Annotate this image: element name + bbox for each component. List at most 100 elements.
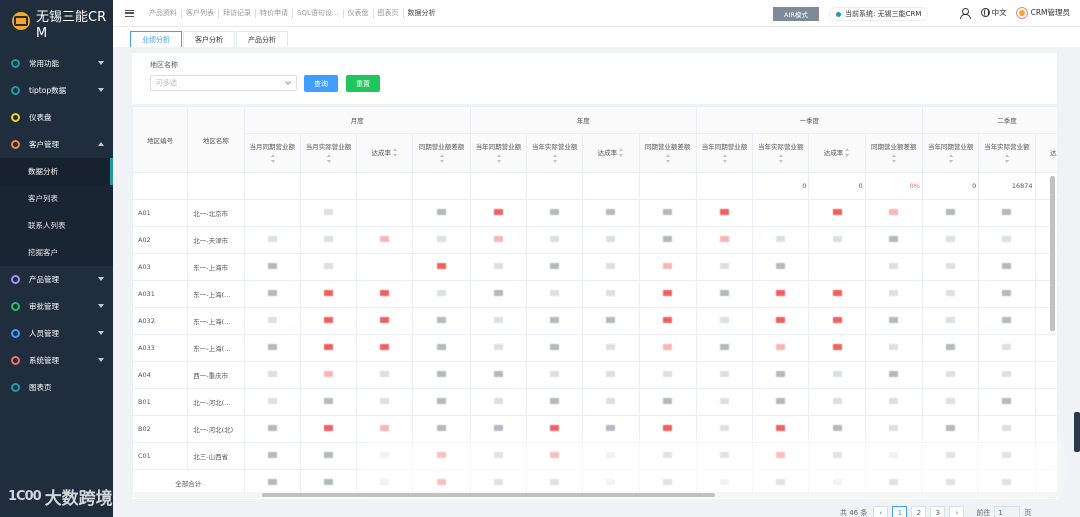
query-button[interactable]: 查询 [304, 75, 338, 92]
sort-icon[interactable] [892, 153, 897, 163]
sub-col-header[interactable]: 当月实际营业额 [299, 133, 358, 173]
sidebar-item-bottom-3[interactable]: 系统管理 [0, 347, 113, 374]
system-status[interactable]: 当前系统: 无锡三能CRM [829, 7, 929, 21]
sidebar-subitem-3[interactable]: 挖掘客户 [0, 239, 113, 266]
sort-icon[interactable] [496, 153, 502, 163]
table-row[interactable]: A02 北一-天津市 [132, 226, 1057, 254]
redacted-value [889, 398, 899, 404]
sort-icon[interactable] [619, 148, 624, 157]
air-mode-button[interactable]: AIR模式 [773, 7, 819, 21]
table-cell [978, 226, 1036, 254]
table-row[interactable]: A04 西一-重庆市 [132, 361, 1057, 389]
tab-customer[interactable]: 客户分析 [183, 31, 235, 47]
redacted-value [380, 344, 390, 350]
table-cell [469, 307, 527, 335]
table-cell [638, 307, 697, 335]
sort-icon[interactable] [270, 153, 276, 163]
table-row[interactable]: A032 东一-上海(... [132, 307, 1057, 335]
sidebar-subitem-2[interactable]: 联系人列表 [0, 212, 113, 239]
redacted-value [776, 344, 786, 350]
nav-link[interactable]: 产品资料 [145, 8, 182, 18]
table-row[interactable]: A031 东一-上海(... [132, 280, 1057, 308]
vertical-scrollbar[interactable] [1050, 176, 1055, 331]
user-name[interactable]: CRM管理员 [1031, 7, 1070, 18]
menu-circle-icon [11, 140, 20, 149]
sub-col-header[interactable]: 同期营业额差额 [864, 133, 923, 173]
reset-button[interactable]: 重置 [346, 75, 380, 92]
page-button[interactable]: 3 [930, 506, 946, 517]
sub-col-header[interactable]: 达成率 [356, 133, 414, 173]
sub-col-header[interactable]: 当年实际营业额 [525, 133, 584, 173]
sort-icon[interactable] [779, 153, 784, 163]
language-switch[interactable]: 中文 [992, 7, 1007, 18]
app-logo[interactable]: 无锡三能CRM [0, 0, 113, 50]
table-cell [864, 361, 923, 389]
next-page-button[interactable]: › [949, 506, 965, 517]
nav-link[interactable]: 仪表盘 [344, 8, 374, 18]
sort-icon[interactable] [666, 153, 671, 163]
table-cell [808, 280, 866, 308]
sidebar-item-bottom-2[interactable]: 人员管理 [0, 320, 113, 347]
side-handle[interactable] [1074, 412, 1080, 452]
menu-toggle-icon[interactable] [125, 9, 134, 17]
sort-icon[interactable] [393, 148, 398, 157]
page-button[interactable]: 2 [911, 506, 927, 517]
scroll-thumb[interactable] [262, 493, 715, 497]
sort-icon[interactable] [949, 153, 954, 163]
prev-page-button[interactable]: ‹ [873, 506, 889, 517]
page-button[interactable]: 1 [892, 506, 908, 517]
table-row[interactable]: A03 东一-上海市 [132, 253, 1057, 281]
sidebar-item-top-0[interactable]: 常用功能 [0, 50, 113, 77]
sort-icon[interactable] [553, 153, 558, 163]
region-select[interactable]: 可多选 [150, 75, 297, 91]
redacted-value [380, 425, 390, 431]
sort-icon[interactable] [326, 153, 332, 163]
sidebar-item-top-3[interactable]: 客户管理 [0, 131, 113, 158]
sub-col-header[interactable]: 达成率 [1034, 133, 1057, 173]
sort-icon[interactable] [440, 153, 445, 163]
sub-col-header[interactable]: 当年实际营业额 [978, 133, 1036, 173]
horizontal-scrollbar[interactable] [132, 492, 1057, 498]
nav-link[interactable]: 拜访记录 [219, 8, 256, 18]
nav-link[interactable]: SQL语句设... [293, 8, 344, 18]
nav-link[interactable]: 特价申请 [256, 8, 293, 18]
sort-icon[interactable] [1005, 153, 1010, 163]
table-row[interactable]: B01 北一-河北(... [132, 388, 1057, 416]
sub-col-header[interactable]: 当月同期营业额 [243, 133, 301, 173]
sidebar-item-bottom-4[interactable]: 图表页 [0, 374, 113, 401]
goto-page-input[interactable]: 1 [994, 506, 1021, 517]
sub-col-header[interactable]: 当年同期营业额 [695, 133, 754, 173]
sub-col-header[interactable]: 达成率 [808, 133, 866, 173]
table-cell [1034, 415, 1057, 443]
sub-col-header[interactable]: 当年实际营业额 [752, 133, 810, 173]
redacted-value [380, 398, 390, 404]
table-row[interactable]: B02 北一-河北(北) [132, 415, 1057, 443]
sub-col-header[interactable]: 达成率 [582, 133, 640, 173]
person-icon[interactable] [959, 7, 971, 19]
sidebar-item-top-1[interactable]: tiptop数据 [0, 77, 113, 104]
sidebar-subitem-0[interactable]: 数据分析 [0, 158, 113, 185]
avatar[interactable] [1016, 7, 1027, 18]
tab-performance[interactable]: 业绩分析 [130, 31, 182, 47]
sidebar-item-top-2[interactable]: 仪表盘 [0, 104, 113, 131]
sidebar-item-bottom-0[interactable]: 产品管理 [0, 266, 113, 293]
globe-icon[interactable] [980, 8, 990, 17]
sort-icon[interactable] [722, 153, 728, 163]
tab-product[interactable]: 产品分析 [236, 31, 288, 47]
sub-col-header[interactable]: 当年同期营业额 [469, 133, 527, 173]
sidebar-item-bottom-1[interactable]: 审批管理 [0, 293, 113, 320]
redacted-value [550, 236, 560, 242]
sub-col-header[interactable]: 同期营业额差额 [638, 133, 697, 173]
sort-icon[interactable] [845, 148, 850, 157]
sub-col-header[interactable]: 同期营业额差额 [412, 133, 471, 173]
nav-link[interactable]: 数据分析 [404, 9, 440, 18]
table-row[interactable]: A033 东一-上海(... [132, 334, 1057, 362]
nav-link[interactable]: 客户列表 [182, 8, 219, 18]
table-row[interactable]: A01 北一-北京市 [132, 199, 1057, 227]
sub-col-header[interactable]: 当年同期营业额 [921, 133, 980, 173]
nav-link[interactable]: 图表页 [374, 8, 404, 18]
redacted-value [267, 236, 277, 242]
redacted-value [550, 398, 560, 404]
sidebar-subitem-1[interactable]: 客户列表 [0, 185, 113, 212]
redacted-value [323, 452, 333, 458]
